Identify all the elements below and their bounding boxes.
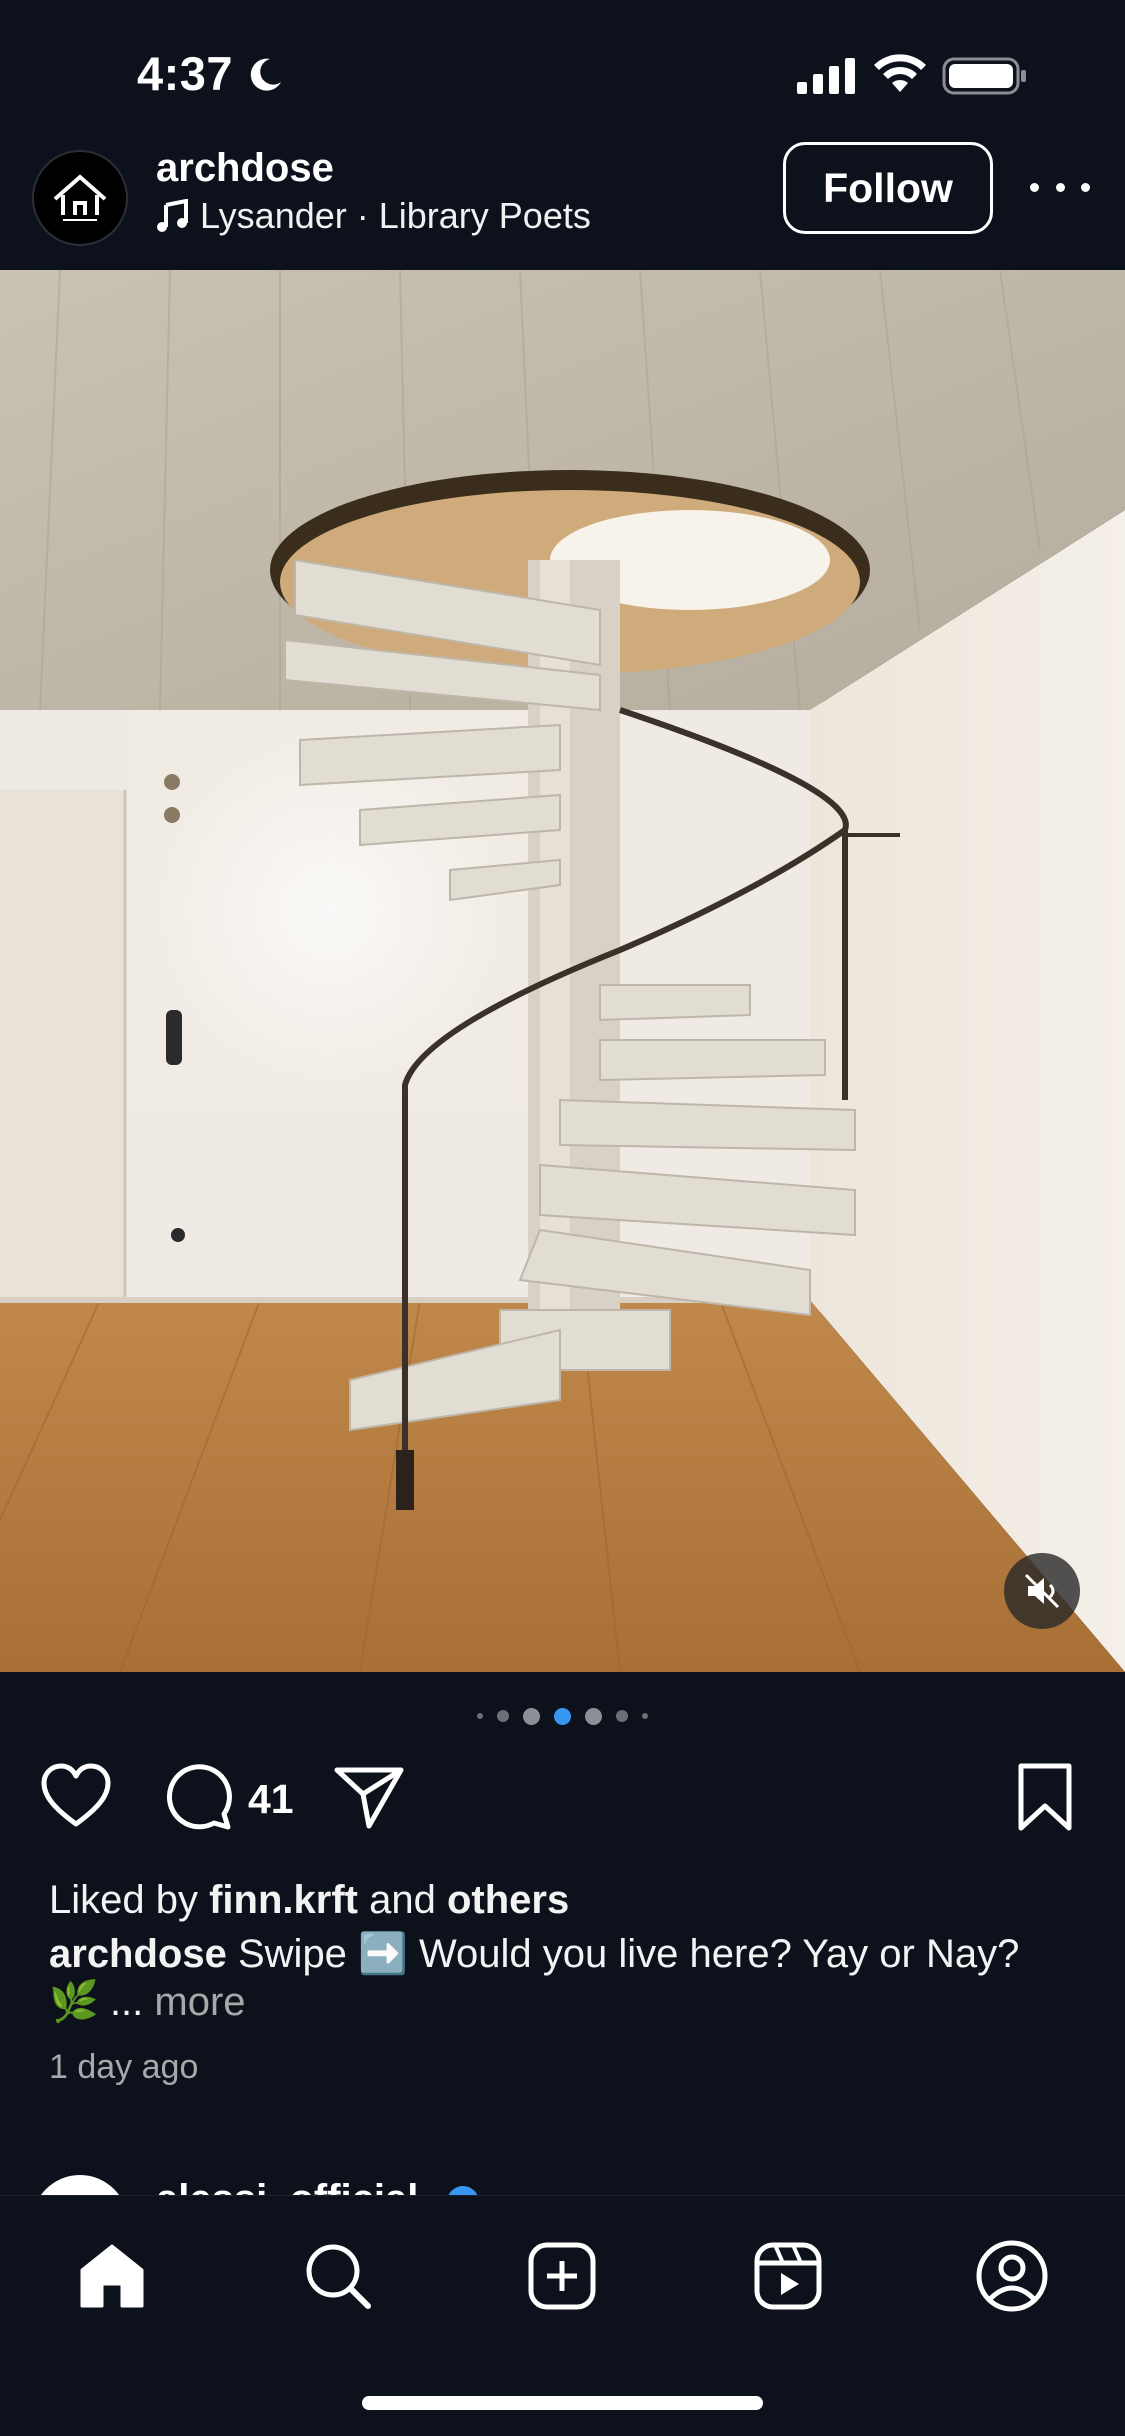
status-bar: 4:37 <box>0 0 1125 150</box>
next-post-avatar[interactable] <box>32 2175 128 2195</box>
heart-icon[interactable] <box>40 1762 112 1830</box>
comment-icon[interactable] <box>164 1762 234 1832</box>
music-note-icon <box>157 199 188 232</box>
profile-icon <box>976 2240 1048 2312</box>
tab-profile[interactable] <box>972 2236 1052 2316</box>
caption-text: Would you live here? Yay or Nay? <box>419 1932 1020 1976</box>
liked-by-user[interactable]: finn.krft <box>209 1878 358 1922</box>
arrow-emoji: ➡️ <box>358 1932 408 1976</box>
tab-reels[interactable] <box>748 2236 828 2316</box>
comment-count[interactable]: 41 <box>248 1776 294 1823</box>
likes-conjunction: and <box>369 1878 436 1922</box>
post-timestamp: 1 day ago <box>49 2048 199 2086</box>
post-action-bar: 41 <box>0 1762 1125 1842</box>
verified-badge-icon <box>448 2186 478 2195</box>
tab-create[interactable] <box>522 2236 602 2316</box>
share-paper-plane-icon[interactable] <box>333 1764 405 1830</box>
carousel-dot <box>477 1713 483 1719</box>
instagram-feed-screen: 4:37 archdose Lysander · Library Poets F… <box>0 0 1125 2436</box>
archdose-logo-icon <box>53 174 107 221</box>
likes-prefix: Liked by <box>49 1878 198 1922</box>
caption-ellipsis: ... <box>109 1980 144 2024</box>
status-time: 4:37 <box>137 47 234 100</box>
caption-more-link[interactable]: more <box>154 1980 245 2024</box>
next-post-username[interactable]: alessi_official <box>156 2177 418 2195</box>
more-dot-icon <box>1030 182 1039 192</box>
carousel-dot <box>642 1713 648 1719</box>
create-icon <box>528 2242 596 2310</box>
post-photo[interactable] <box>0 270 1125 1672</box>
home-icon <box>80 2244 144 2308</box>
more-dot-icon <box>1055 182 1065 192</box>
mute-toggle-button[interactable] <box>1004 1553 1080 1629</box>
post-username[interactable]: archdose <box>156 148 334 188</box>
search-icon <box>306 2244 371 2309</box>
likes-others-link[interactable]: others <box>447 1878 569 1922</box>
caption-author[interactable]: archdose <box>49 1932 227 1976</box>
audio-attribution[interactable]: Lysander · Library Poets <box>156 195 591 237</box>
likes-summary[interactable]: Liked by finn.krft and others <box>49 1878 569 1923</box>
tab-home[interactable] <box>72 2236 152 2316</box>
battery-icon <box>942 57 1026 95</box>
bookmark-icon[interactable] <box>1015 1762 1075 1832</box>
carousel-dot <box>497 1710 509 1722</box>
wifi-icon <box>874 54 926 92</box>
carousel-dot <box>523 1707 540 1725</box>
cellular-signal-icon <box>797 58 855 94</box>
carousel-dot-active <box>554 1707 571 1725</box>
herb-emoji: 🌿 <box>49 1980 99 2024</box>
speaker-muted-icon <box>1024 1573 1060 1609</box>
audio-track-label: Lysander · Library Poets <box>200 195 591 236</box>
reels-icon <box>754 2242 822 2310</box>
carousel-dot <box>585 1707 602 1725</box>
carousel-dot <box>616 1710 628 1722</box>
tab-search[interactable] <box>298 2236 378 2316</box>
account-avatar[interactable] <box>32 150 128 246</box>
spiral-staircase-photo <box>0 270 1125 1672</box>
moon-icon <box>250 58 281 91</box>
post-caption: archdose Swipe ➡️ Would you live here? Y… <box>49 1930 1069 2026</box>
caption-text-start: Swipe <box>237 1932 347 1976</box>
follow-button[interactable]: Follow <box>783 142 993 234</box>
next-post-header: alessi_official <box>0 2165 1125 2195</box>
more-dot-icon <box>1081 182 1090 192</box>
more-options-button[interactable] <box>1030 172 1090 202</box>
home-indicator[interactable] <box>362 2396 763 2410</box>
carousel-indicator <box>0 1704 1125 1728</box>
post-header: archdose Lysander · Library Poets Follow <box>0 142 1125 270</box>
